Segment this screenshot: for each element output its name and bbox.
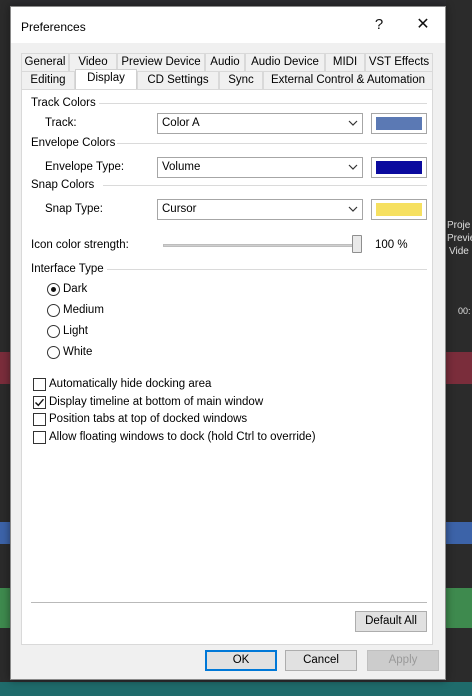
background-label: Previe <box>447 233 472 244</box>
group-divider <box>103 185 427 186</box>
envelope-color-fill <box>376 161 422 174</box>
track-combo-value: Color A <box>162 117 200 129</box>
tab-display[interactable]: Display <box>75 69 137 89</box>
tab-general[interactable]: General <box>21 53 69 71</box>
tab-sync[interactable]: Sync <box>219 71 263 89</box>
radio-medium-label: Medium <box>63 304 104 316</box>
icon-strength-value: 100 % <box>375 239 408 251</box>
title-bar: Preferences ? ✕ <box>11 7 445 43</box>
help-button[interactable]: ? <box>369 15 389 35</box>
checkbox-tabs-top-label: Position tabs at top of docked windows <box>49 413 248 425</box>
checkbox-timeline-bottom-label: Display timeline at bottom of main windo… <box>49 396 264 408</box>
radio-white-label: White <box>63 346 93 358</box>
chevron-down-icon <box>348 164 358 170</box>
tab-external-control[interactable]: External Control & Automation <box>263 71 433 89</box>
envelope-type-combo[interactable]: Volume <box>157 157 363 178</box>
background-status-bar <box>0 682 472 696</box>
track-color-swatch[interactable] <box>371 113 427 134</box>
footer-separator <box>31 602 427 603</box>
radio-medium[interactable] <box>47 304 60 317</box>
chevron-down-icon <box>348 120 358 126</box>
background-track-green <box>0 588 10 628</box>
radio-white[interactable] <box>47 346 60 359</box>
icon-strength-slider-track[interactable] <box>163 244 359 247</box>
track-label: Track: <box>45 117 77 129</box>
checkbox-auto-hide-docking-label: Automatically hide docking area <box>49 378 212 390</box>
icon-strength-slider-thumb[interactable] <box>352 235 362 253</box>
track-combo[interactable]: Color A <box>157 113 363 134</box>
close-button[interactable]: ✕ <box>413 15 433 35</box>
background-track-blue <box>446 522 472 544</box>
snap-color-fill <box>376 203 422 216</box>
group-title-snap-colors: Snap Colors <box>31 179 95 191</box>
envelope-type-value: Volume <box>162 161 201 173</box>
checkmark-icon <box>35 398 45 407</box>
tab-audio-device[interactable]: Audio Device <box>245 53 325 71</box>
group-title-interface-type: Interface Type <box>31 263 104 275</box>
envelope-color-swatch[interactable] <box>371 157 427 178</box>
checkbox-floating-dock-label: Allow floating windows to dock (hold Ctr… <box>49 431 316 443</box>
group-divider <box>107 269 427 270</box>
tab-cd-settings[interactable]: CD Settings <box>137 71 219 89</box>
apply-button[interactable]: Apply <box>367 650 439 671</box>
chevron-down-icon <box>348 206 358 212</box>
checkbox-tabs-top[interactable] <box>33 413 46 426</box>
group-title-track-colors: Track Colors <box>31 97 96 109</box>
preferences-dialog: Preferences ? ✕ General Video Preview De… <box>10 6 446 680</box>
snap-type-combo[interactable]: Cursor <box>157 199 363 220</box>
envelope-type-label: Envelope Type: <box>45 161 125 173</box>
dialog-title: Preferences <box>21 20 86 34</box>
default-all-button[interactable]: Default All <box>355 611 427 632</box>
radio-light-label: Light <box>63 325 88 337</box>
tab-editing[interactable]: Editing <box>21 71 75 89</box>
tab-vst-effects[interactable]: VST Effects <box>365 53 433 71</box>
snap-type-value: Cursor <box>162 203 197 215</box>
checkbox-floating-dock[interactable] <box>33 431 46 444</box>
background-timecode: 00: <box>458 306 471 316</box>
track-color-fill <box>376 117 422 130</box>
group-divider <box>117 143 427 144</box>
tab-audio[interactable]: Audio <box>205 53 245 71</box>
snap-color-swatch[interactable] <box>371 199 427 220</box>
background-track-blue <box>0 522 10 544</box>
radio-dark[interactable] <box>47 283 60 296</box>
background-label: Vide <box>449 246 469 257</box>
tab-midi[interactable]: MIDI <box>325 53 365 71</box>
radio-light[interactable] <box>47 325 60 338</box>
radio-selected-dot <box>51 287 56 292</box>
radio-dark-label: Dark <box>63 283 88 295</box>
background-label: Proje <box>447 220 471 231</box>
group-divider <box>99 103 427 104</box>
background-track-band <box>0 352 10 384</box>
checkbox-auto-hide-docking[interactable] <box>33 378 46 391</box>
snap-type-label: Snap Type: <box>45 203 103 215</box>
icon-strength-label: Icon color strength: <box>31 239 129 251</box>
group-title-envelope-colors: Envelope Colors <box>31 137 116 149</box>
background-track-band <box>446 352 472 384</box>
cancel-button[interactable]: Cancel <box>285 650 357 671</box>
ok-button[interactable]: OK <box>205 650 277 671</box>
checkbox-timeline-bottom[interactable] <box>33 396 46 409</box>
background-track-green <box>446 588 472 628</box>
